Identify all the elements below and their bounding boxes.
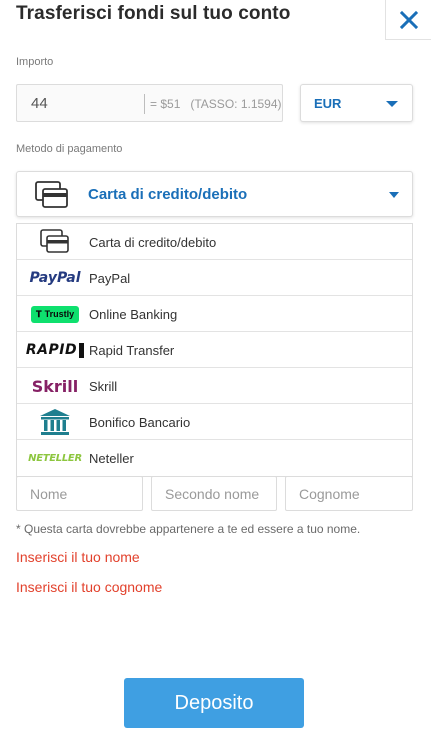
page-title: Trasferisci fondi sul tuo conto: [16, 3, 291, 24]
last-name-error: Inserisci il tuo cognome: [16, 579, 163, 595]
amount-value[interactable]: 44: [31, 95, 48, 112]
rapid-transfer-logo: RAPID: [25, 332, 85, 368]
payment-option-bank-transfer[interactable]: Bonifico Bancario: [17, 404, 412, 440]
payment-option-label: PayPal: [89, 271, 131, 286]
amount-separator: [144, 94, 145, 114]
neteller-logo: NETELLER: [25, 440, 85, 476]
payment-method-value: Carta di credito/debito: [88, 186, 248, 203]
last-name-input[interactable]: [285, 476, 413, 511]
first-name-error: Inserisci il tuo nome: [16, 549, 140, 565]
skrill-logo: Skrill: [25, 368, 85, 404]
skrill-logo-text: Skrill: [31, 376, 79, 396]
middle-name-input[interactable]: [151, 476, 277, 511]
chevron-down-icon: [389, 192, 399, 198]
payment-method-select[interactable]: Carta di credito/debito: [16, 171, 413, 217]
payment-option-label: Online Banking: [89, 307, 178, 322]
trustly-logo-text: Trustly: [44, 309, 75, 319]
bank-icon: [25, 404, 85, 440]
header: Trasferisci fondi sul tuo conto: [0, 0, 431, 40]
payment-method-list: Carta di credito/debito PayPal PayPal 𝐓T…: [16, 223, 413, 477]
amount-conversion: = $51 (TASSO: 1.1594): [150, 97, 282, 111]
chevron-down-icon: [386, 101, 398, 107]
trustly-logo: 𝐓 Trustly: [25, 296, 85, 332]
amount-field[interactable]: 44 = $51 (TASSO: 1.1594): [16, 84, 283, 122]
first-name-input[interactable]: [16, 476, 143, 511]
trustly-mark-icon: 𝐓: [35, 308, 42, 319]
currency-value: EUR: [314, 96, 342, 111]
rapid-logo-tag: [79, 342, 85, 358]
payment-option-rapid-transfer[interactable]: RAPID Rapid Transfer: [17, 332, 412, 368]
deposit-button[interactable]: Deposito: [124, 678, 304, 728]
payment-option-label: Carta di credito/debito: [89, 235, 217, 250]
neteller-logo-text: NETELLER: [28, 452, 82, 464]
payment-option-skrill[interactable]: Skrill Skrill: [17, 368, 412, 404]
card-ownership-note: * Questa carta dovrebbe appartenere a te…: [16, 522, 361, 536]
close-button[interactable]: [385, 0, 431, 40]
close-icon: [399, 10, 418, 29]
currency-select[interactable]: EUR: [300, 84, 413, 122]
payment-method-label: Metodo di pagamento: [16, 143, 123, 155]
payment-option-label: Skrill: [89, 379, 118, 394]
credit-card-icon: [34, 180, 70, 215]
payment-option-label: Bonifico Bancario: [89, 415, 191, 430]
paypal-logo-text: PayPal: [29, 270, 81, 286]
payment-option-neteller[interactable]: NETELLER Neteller: [17, 440, 412, 476]
amount-label: Importo: [16, 56, 54, 68]
payment-option-credit-card[interactable]: Carta di credito/debito: [17, 224, 412, 260]
payment-option-online-banking[interactable]: 𝐓 Trustly Online Banking: [17, 296, 412, 332]
payment-option-paypal[interactable]: PayPal PayPal: [17, 260, 412, 296]
credit-card-icon: [25, 224, 85, 260]
paypal-logo: PayPal: [25, 260, 85, 296]
payment-option-label: Neteller: [89, 451, 134, 466]
payment-option-label: Rapid Transfer: [89, 343, 175, 358]
rapid-logo-text: RAPID: [25, 342, 78, 358]
trustly-badge: 𝐓 Trustly: [30, 305, 80, 323]
